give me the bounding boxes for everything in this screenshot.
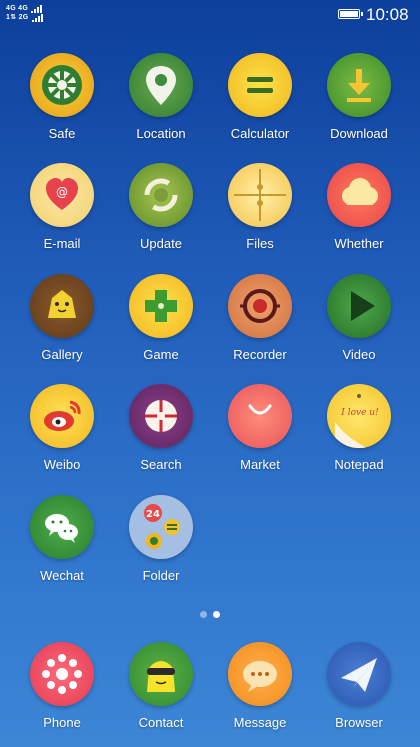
download-icon	[327, 53, 391, 117]
app-gallery[interactable]: Gallery	[12, 274, 112, 362]
notepad-icon: I love u!	[327, 384, 391, 448]
status-clock: 10:08	[366, 5, 409, 24]
app-label: Download	[330, 126, 388, 141]
app-label: Location	[136, 126, 186, 141]
app-wechat[interactable]: Wechat	[12, 495, 112, 583]
status-bar: 4G 4G 1⇅ 2G 10:08	[0, 0, 420, 30]
recorder-icon	[228, 274, 292, 338]
app-label: Files	[246, 236, 274, 251]
network-bottom-text: 1⇅ 2G	[6, 14, 29, 21]
notepad-text: I love u!	[340, 408, 379, 418]
app-calculator[interactable]: Calculator	[210, 53, 310, 141]
app-label: Folder	[142, 568, 180, 583]
email-heart-icon: @	[30, 163, 94, 227]
app-notepad[interactable]: I love u! Notepad	[309, 384, 409, 472]
smile-icon	[228, 384, 292, 448]
paper-plane-icon	[327, 642, 391, 706]
app-label: Video	[342, 347, 376, 362]
app-download[interactable]: Download	[309, 53, 409, 141]
dock-message[interactable]: Message	[210, 642, 310, 730]
dock-phone[interactable]: Phone	[12, 642, 112, 730]
app-label: Recorder	[233, 347, 287, 362]
phone-dialpad-icon	[30, 642, 94, 706]
app-label: Gallery	[41, 347, 83, 362]
app-files[interactable]: Files	[210, 163, 310, 251]
app-label: E-mail	[43, 236, 81, 251]
app-game[interactable]: Game	[111, 274, 211, 362]
contact-icon	[129, 642, 193, 706]
app-label: Safe	[48, 126, 76, 141]
update-icon	[129, 163, 193, 227]
app-weibo[interactable]: Weibo	[12, 384, 112, 472]
page-dot-active[interactable]	[213, 611, 220, 618]
app-label: Game	[143, 347, 179, 362]
app-label: Contact	[138, 715, 184, 730]
app-safe[interactable]: Safe	[12, 53, 112, 141]
app-label: Whether	[334, 236, 384, 251]
page-indicator	[200, 605, 226, 623]
folder-badge: 24	[146, 509, 160, 520]
files-icon	[228, 163, 292, 227]
message-icon	[228, 642, 292, 706]
app-label: Notepad	[334, 457, 384, 472]
app-label: Phone	[43, 715, 81, 730]
weibo-icon	[30, 384, 94, 448]
app-whether[interactable]: Whether	[309, 163, 409, 251]
gallery-icon	[30, 274, 94, 338]
app-label: Weibo	[43, 457, 81, 472]
app-update[interactable]: Update	[111, 163, 211, 251]
app-recorder[interactable]: Recorder	[210, 274, 310, 362]
app-location[interactable]: Location	[111, 53, 211, 141]
play-icon	[327, 274, 391, 338]
app-label: Browser	[335, 715, 383, 730]
gamepad-icon	[129, 274, 193, 338]
battery-icon	[338, 9, 363, 19]
app-label: Market	[240, 457, 280, 472]
signal-indicator: 4G 4G 1⇅ 2G	[6, 4, 44, 22]
dock-contact[interactable]: Contact	[111, 642, 211, 730]
safe-icon	[30, 53, 94, 117]
app-folder[interactable]: 24 Folder	[111, 495, 211, 583]
cloud-icon	[327, 163, 391, 227]
signal-bars-icon	[31, 4, 43, 13]
app-label: Search	[140, 457, 182, 472]
app-email[interactable]: @ E-mail	[12, 163, 112, 251]
dock-browser[interactable]: Browser	[309, 642, 409, 730]
app-market[interactable]: Market	[210, 384, 310, 472]
svg-text:@: @	[56, 185, 68, 199]
crosshair-icon	[129, 384, 193, 448]
network-top-text: 4G 4G	[6, 5, 29, 12]
location-pin-icon	[129, 53, 193, 117]
signal-bars-icon	[31, 13, 44, 22]
app-label: Calculator	[230, 126, 290, 141]
app-label: Update	[140, 236, 182, 251]
app-video[interactable]: Video	[309, 274, 409, 362]
page-dot[interactable]	[200, 611, 207, 618]
app-label: Message	[233, 715, 287, 730]
app-search[interactable]: Search	[111, 384, 211, 472]
calculator-icon	[228, 53, 292, 117]
app-label: Wechat	[40, 568, 84, 583]
folder-icon: 24	[129, 495, 193, 559]
wechat-icon	[30, 495, 94, 559]
